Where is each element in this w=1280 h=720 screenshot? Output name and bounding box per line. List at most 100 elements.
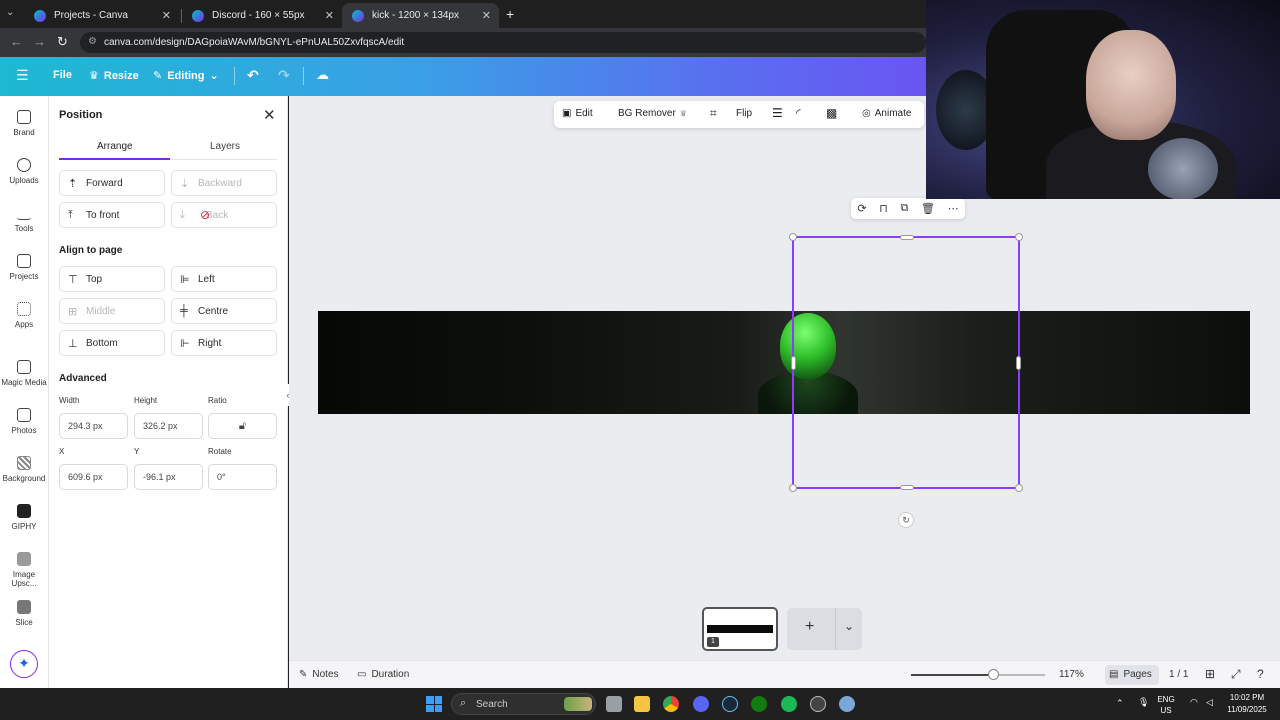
language-indicator[interactable]: ENG US — [1154, 694, 1178, 716]
flip-button[interactable]: Flip — [736, 108, 752, 119]
xbox-icon[interactable] — [751, 696, 767, 712]
resize-button[interactable]: ♛ Resize — [89, 69, 139, 83]
steam-icon[interactable] — [722, 696, 738, 712]
close-tab-icon[interactable]: ✕ — [162, 9, 171, 22]
close-tab-icon[interactable]: ✕ — [482, 9, 491, 22]
width-field[interactable]: 294.3 px — [59, 413, 128, 439]
microphone-icon[interactable]: 🎙︎ — [1138, 697, 1149, 708]
tab-arrange[interactable]: Arrange — [97, 141, 133, 152]
bg-remover-button[interactable]: BG Remover ♛ — [618, 108, 687, 119]
menu-icon[interactable]: ☰ — [16, 67, 29, 84]
forward-button[interactable]: ⇡ Forward — [59, 170, 165, 196]
sidebar-item-photos[interactable]: Photos — [0, 408, 48, 435]
rotate-handle-icon[interactable]: ↻ — [898, 512, 914, 528]
corner-rounding-icon[interactable]: ◜ — [796, 106, 801, 120]
sidebar-item-image-upscaler[interactable]: Image Upsc... — [0, 552, 48, 588]
fullscreen-icon[interactable]: ⤢ — [1231, 667, 1241, 682]
close-icon[interactable]: ✕ — [263, 106, 276, 124]
wifi-icon[interactable]: ◠ — [1190, 697, 1198, 708]
chevron-up-icon[interactable]: ⌃ — [1116, 698, 1124, 709]
align-middle-button[interactable]: ⊞ Middle — [59, 298, 165, 324]
crop-icon[interactable]: ⌗ — [710, 106, 717, 121]
align-top-button[interactable]: ⊤ Top — [59, 266, 165, 292]
forward-arrow-icon[interactable]: → — [33, 34, 46, 49]
resize-handle-bottom[interactable] — [900, 485, 914, 490]
to-front-button[interactable]: ⤒ To front — [59, 202, 165, 228]
rotate-field[interactable]: 0° — [208, 464, 277, 490]
notes-button[interactable]: ✎ Notes — [299, 669, 339, 680]
border-style-icon[interactable]: ☰ — [772, 106, 783, 120]
regenerate-icon[interactable]: ⟳ — [857, 202, 866, 215]
new-tab-button[interactable]: + — [506, 6, 514, 22]
back-arrow-icon[interactable]: ← — [10, 34, 23, 49]
spotify-icon[interactable] — [781, 696, 797, 712]
resize-handle-top-right[interactable] — [1015, 233, 1023, 241]
obs-icon[interactable] — [810, 696, 826, 712]
lock-icon[interactable]: ⊓ — [879, 202, 888, 215]
resize-handle-left[interactable] — [791, 356, 796, 370]
page-thumbnail[interactable]: 1 — [702, 607, 778, 651]
tab-projects-canva[interactable]: Projects - Canva ✕ — [24, 3, 179, 28]
undo-icon[interactable]: ↶ — [247, 67, 259, 84]
redo-icon[interactable]: ↷ — [278, 67, 290, 84]
help-icon[interactable]: ? — [1257, 667, 1264, 681]
sidebar-item-background[interactable]: Background — [0, 456, 48, 483]
duplicate-icon[interactable]: ⧉ — [900, 202, 908, 215]
magic-assistant-icon[interactable]: ✦ — [10, 650, 38, 678]
duration-button[interactable]: ▭ Duration — [357, 669, 409, 680]
task-view-icon[interactable] — [606, 696, 622, 712]
selection-box[interactable] — [789, 233, 1023, 492]
volume-icon[interactable]: ◁ — [1206, 697, 1213, 708]
sidebar-item-magic-media[interactable]: Magic Media — [0, 360, 48, 387]
site-info-icon[interactable]: ⚙ — [88, 36, 97, 47]
sidebar-item-brand[interactable]: Brand — [0, 110, 48, 137]
sidebar-item-uploads[interactable]: Uploads — [0, 158, 48, 185]
tab-layers[interactable]: Layers — [210, 141, 240, 152]
chrome-icon[interactable] — [663, 696, 679, 712]
resize-handle-top[interactable] — [900, 235, 914, 240]
file-menu-button[interactable]: File — [53, 69, 72, 81]
pages-button-content[interactable]: ▤ Pages — [1109, 669, 1152, 680]
tab-discord[interactable]: Discord - 160 × 55px ✕ — [182, 3, 342, 28]
zoom-slider[interactable] — [911, 669, 1045, 680]
lock-ratio-button[interactable]: 🔓︎ — [208, 413, 277, 439]
trash-icon[interactable]: 🗑︎ — [921, 202, 935, 215]
sidebar-item-slice[interactable]: Slice — [0, 600, 48, 627]
add-page-button[interactable]: + ⌄ — [787, 608, 862, 650]
align-bottom-button[interactable]: ⊥ Bottom — [59, 330, 165, 356]
system-clock[interactable]: 10:02 PM 11/09/2025 — [1222, 692, 1272, 716]
x-field[interactable]: 609.6 px — [59, 464, 128, 490]
sidebar-item-tools[interactable]: Tools — [0, 206, 48, 233]
transparency-icon[interactable]: ▩ — [826, 106, 837, 120]
resize-handle-top-left[interactable] — [789, 233, 797, 241]
align-left-button[interactable]: ⊫ Left — [171, 266, 277, 292]
resize-handle-bottom-right[interactable] — [1015, 484, 1023, 492]
more-options-icon[interactable]: ⋯ — [948, 202, 959, 215]
grid-view-icon[interactable]: ⊞ — [1205, 667, 1215, 681]
resize-handle-right[interactable] — [1016, 356, 1021, 370]
align-right-button[interactable]: ⊩ Right — [171, 330, 277, 356]
sidebar-item-giphy[interactable]: GIPHY — [0, 504, 48, 531]
address-bar[interactable]: ⚙ canva.com/design/DAGpoiaWAvM/bGNYL-ePn… — [80, 32, 926, 53]
align-centre-button[interactable]: ╪ Centre — [171, 298, 277, 324]
to-back-button[interactable]: ⤓ ⊘ Back — [171, 202, 277, 228]
editing-mode-button[interactable]: ✎ Editing ⌄ — [153, 69, 219, 83]
close-tab-icon[interactable]: ✕ — [325, 9, 334, 22]
discord-icon[interactable] — [693, 696, 709, 712]
reload-icon[interactable]: ↻ — [57, 34, 68, 50]
file-explorer-icon[interactable] — [634, 696, 650, 712]
windows-start-icon[interactable] — [426, 696, 442, 712]
animate-button[interactable]: ◎ Animate — [862, 108, 911, 119]
chevron-down-icon[interactable]: ⌄ — [844, 619, 854, 633]
height-field[interactable]: 326.2 px — [134, 413, 203, 439]
tab-search-icon[interactable]: ⌄ — [6, 7, 14, 18]
sidebar-item-projects[interactable]: Projects — [0, 254, 48, 281]
zoom-level[interactable]: 117% — [1059, 669, 1084, 680]
sidebar-item-apps[interactable]: Apps — [0, 302, 48, 329]
taskbar-search[interactable]: ⌕ Search — [451, 693, 596, 715]
kick-banner-design[interactable] — [318, 311, 1250, 414]
y-field[interactable]: -96.1 px — [134, 464, 203, 490]
resize-handle-bottom-left[interactable] — [789, 484, 797, 492]
tab-kick[interactable]: kick - 1200 × 134px ✕ — [342, 3, 499, 28]
edit-image-button[interactable]: ▣ Edit — [562, 108, 593, 119]
